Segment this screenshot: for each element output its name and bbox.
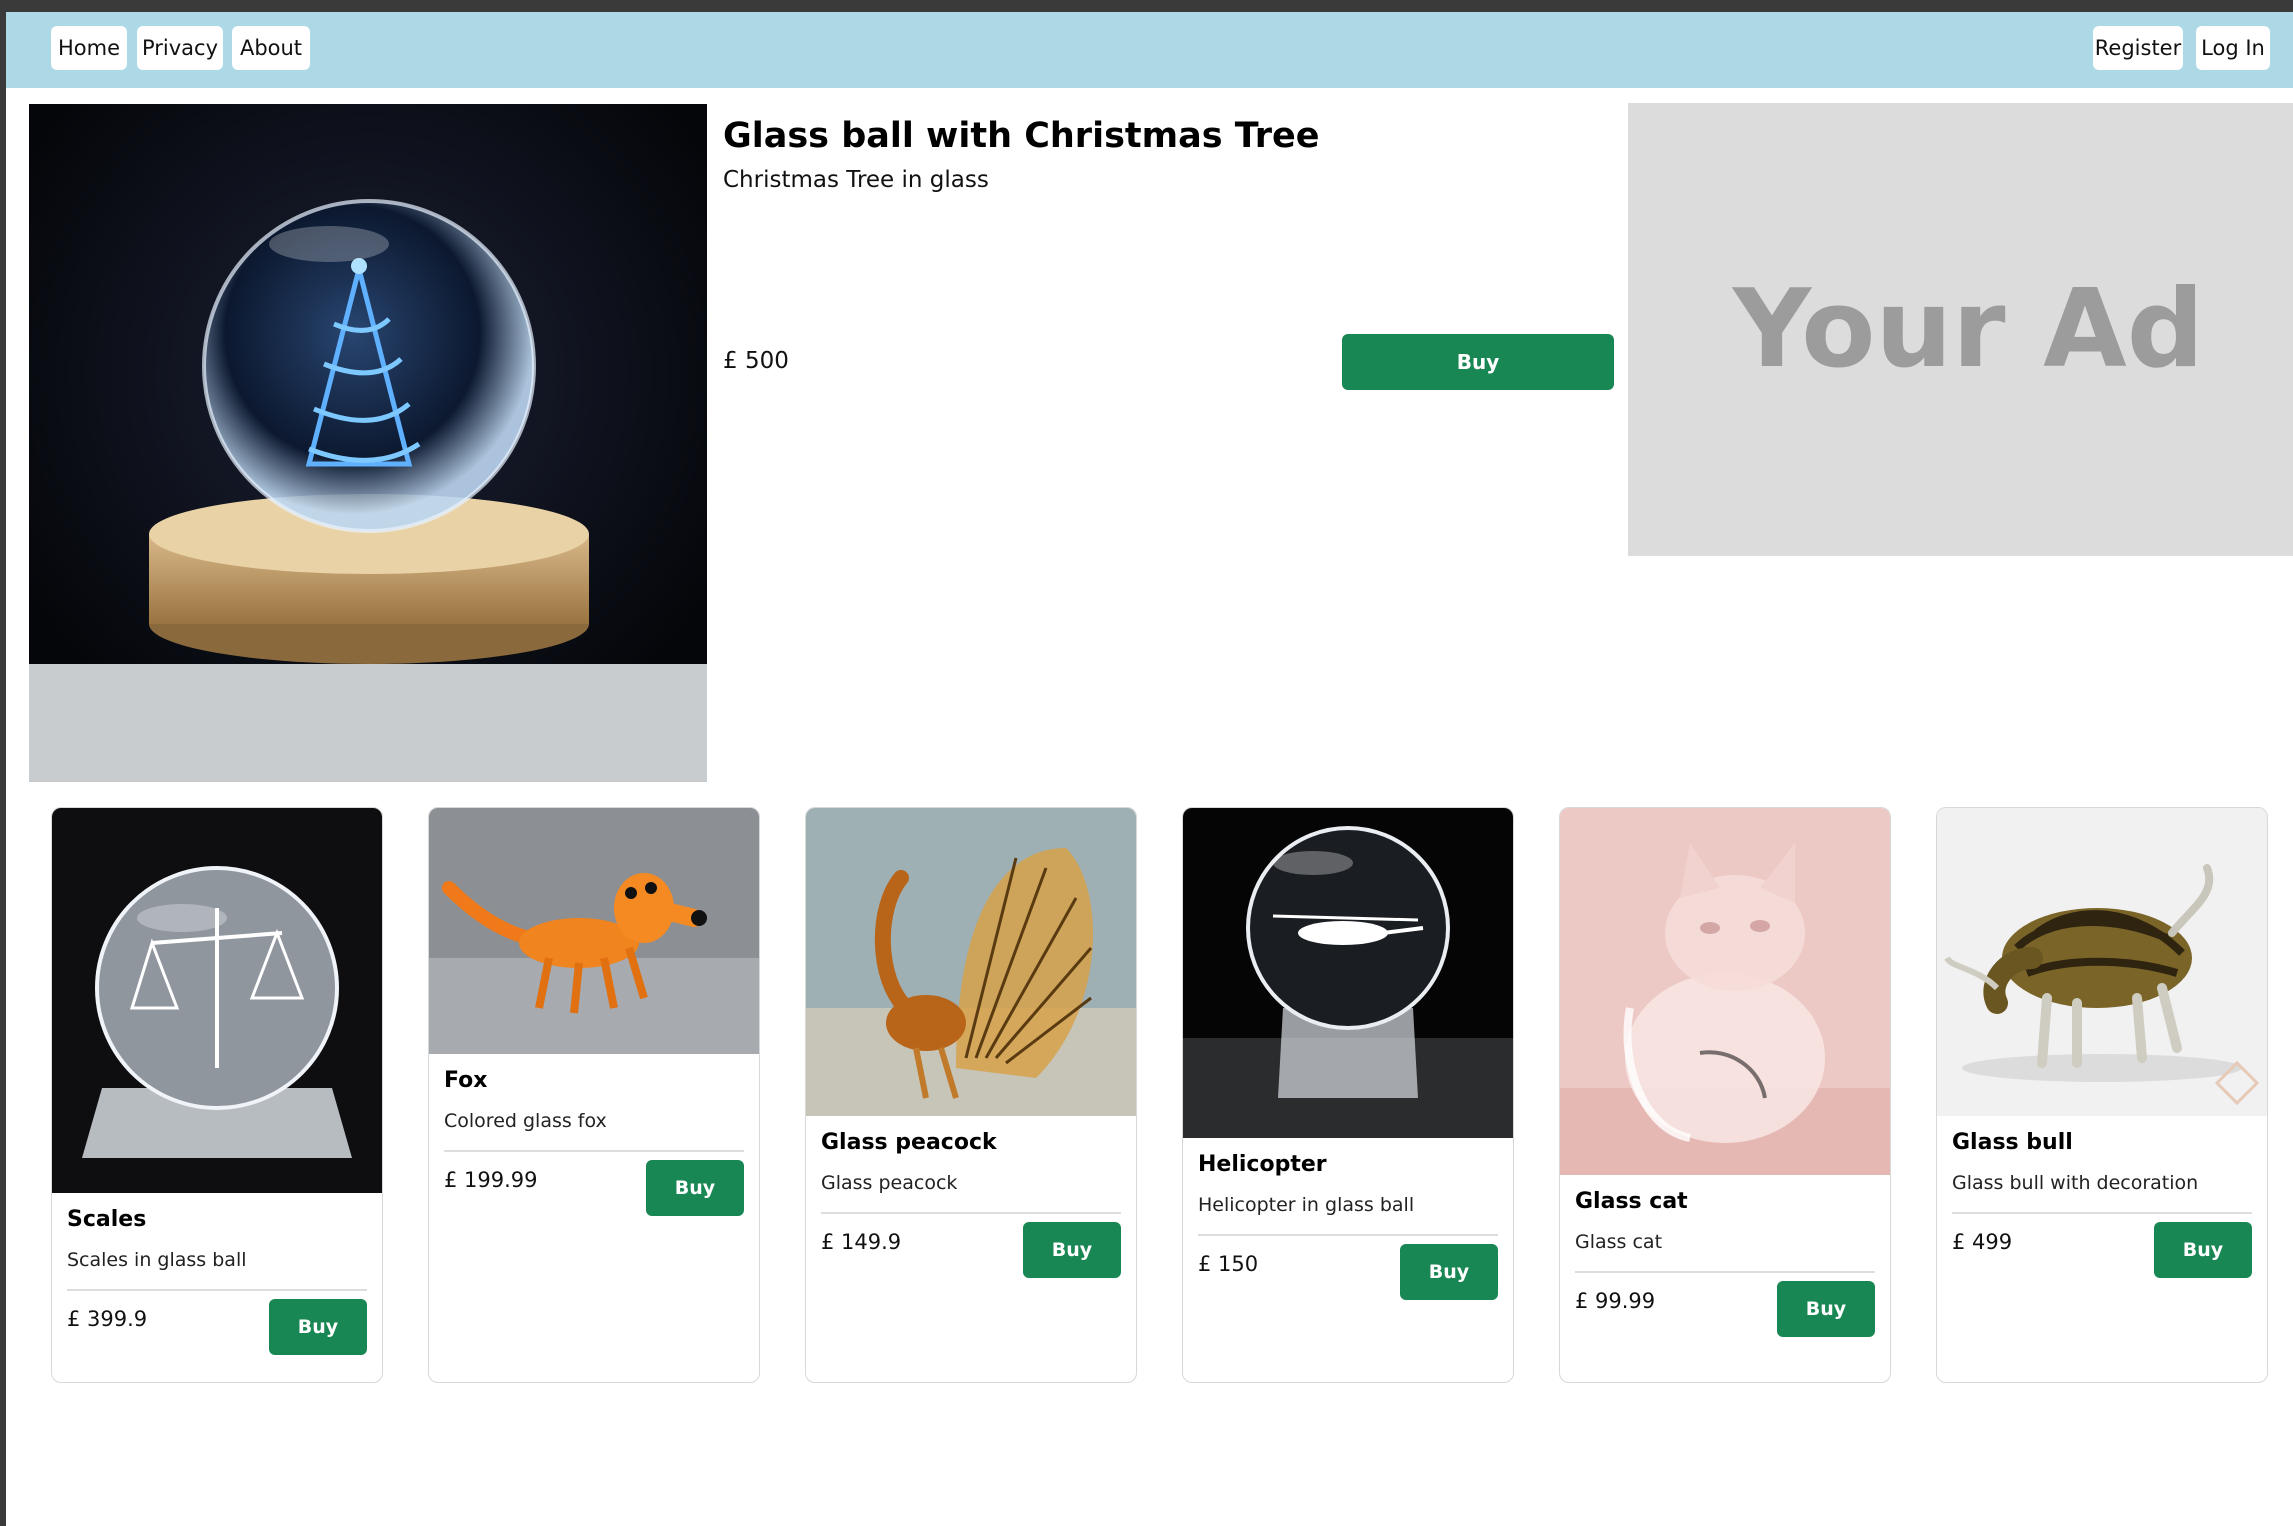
product-description: Glass cat: [1575, 1231, 1663, 1253]
product-price: £ 99.99: [1575, 1289, 1656, 1313]
product-description: Glass peacock: [821, 1172, 958, 1194]
product-price-row: £ 99.99 Buy: [1575, 1273, 1875, 1343]
nav-login-link[interactable]: Log In: [2196, 26, 2270, 70]
product-card-body: Glass peacock Glass peacock £ 149.9 Buy: [821, 1126, 1121, 1284]
product-price: £ 499: [1952, 1230, 2013, 1254]
product-card-body: Glass bull Glass bull with decoration £ …: [1952, 1126, 2252, 1284]
product-title: Fox: [444, 1068, 488, 1093]
product-card-bull: Glass bull Glass bull with decoration £ …: [1936, 807, 2268, 1383]
page: Home Privacy About Register Log In Glass…: [6, 12, 2293, 1526]
product-card-peacock: Glass peacock Glass peacock £ 149.9 Buy: [805, 807, 1137, 1383]
ad-text: Your Ad: [1732, 267, 2205, 392]
buy-button[interactable]: Buy: [1400, 1244, 1498, 1300]
product-price: £ 149.9: [821, 1230, 902, 1254]
nav-privacy-link[interactable]: Privacy: [137, 26, 223, 70]
product-card-body: Fox Colored glass fox £ 199.99 Buy: [444, 1064, 744, 1222]
product-price-row: £ 399.9 Buy: [67, 1291, 367, 1361]
buy-button[interactable]: Buy: [1777, 1281, 1875, 1337]
product-card-helicopter: Helicopter Helicopter in glass ball £ 15…: [1182, 807, 1514, 1383]
featured-product-price: £ 500: [723, 348, 789, 374]
product-title: Helicopter: [1198, 1152, 1327, 1177]
featured-buy-button[interactable]: Buy: [1342, 334, 1614, 390]
ad-banner[interactable]: Your Ad: [1628, 103, 2293, 556]
product-image[interactable]: [806, 808, 1136, 1116]
product-card-fox: Fox Colored glass fox £ 199.99 Buy: [428, 807, 760, 1383]
product-card-body: Scales Scales in glass ball £ 399.9 Buy: [67, 1203, 367, 1361]
product-price-row: £ 149.9 Buy: [821, 1214, 1121, 1284]
buy-button[interactable]: Buy: [646, 1160, 744, 1216]
product-card-body: Glass cat Glass cat £ 99.99 Buy: [1575, 1185, 1875, 1343]
product-price: £ 399.9: [67, 1307, 148, 1331]
product-image[interactable]: [1183, 808, 1513, 1138]
featured-product-description: Christmas Tree in glass: [723, 167, 989, 193]
product-title: Glass cat: [1575, 1189, 1688, 1214]
product-title: Scales: [67, 1207, 147, 1232]
featured-product-image[interactable]: [29, 104, 707, 782]
product-description: Glass bull with decoration: [1952, 1172, 2199, 1194]
product-title: Glass bull: [1952, 1130, 2073, 1155]
nav-home-link[interactable]: Home: [51, 26, 127, 70]
nav-about-link[interactable]: About: [232, 26, 310, 70]
product-price-row: £ 199.99 Buy: [444, 1152, 744, 1222]
nav-register-link[interactable]: Register: [2093, 26, 2183, 70]
product-title: Glass peacock: [821, 1130, 997, 1155]
navbar: Home Privacy About Register Log In: [6, 12, 2293, 88]
product-image[interactable]: [52, 808, 382, 1193]
product-image[interactable]: [1560, 808, 1890, 1175]
product-price-row: £ 499 Buy: [1952, 1214, 2252, 1284]
product-card-cat: Glass cat Glass cat £ 99.99 Buy: [1559, 807, 1891, 1383]
product-description: Colored glass fox: [444, 1110, 607, 1132]
product-image[interactable]: [429, 808, 759, 1054]
product-description: Helicopter in glass ball: [1198, 1194, 1415, 1216]
buy-button[interactable]: Buy: [1023, 1222, 1121, 1278]
product-card-scales: Scales Scales in glass ball £ 399.9 Buy: [51, 807, 383, 1383]
product-price: £ 199.99: [444, 1168, 538, 1192]
product-image[interactable]: [1937, 808, 2267, 1116]
product-price: £ 150: [1198, 1252, 1259, 1276]
buy-button[interactable]: Buy: [2154, 1222, 2252, 1278]
buy-button[interactable]: Buy: [269, 1299, 367, 1355]
product-description: Scales in glass ball: [67, 1249, 247, 1271]
featured-product-title: Glass ball with Christmas Tree: [723, 116, 1320, 156]
product-card-body: Helicopter Helicopter in glass ball £ 15…: [1198, 1148, 1498, 1306]
product-price-row: £ 150 Buy: [1198, 1236, 1498, 1306]
